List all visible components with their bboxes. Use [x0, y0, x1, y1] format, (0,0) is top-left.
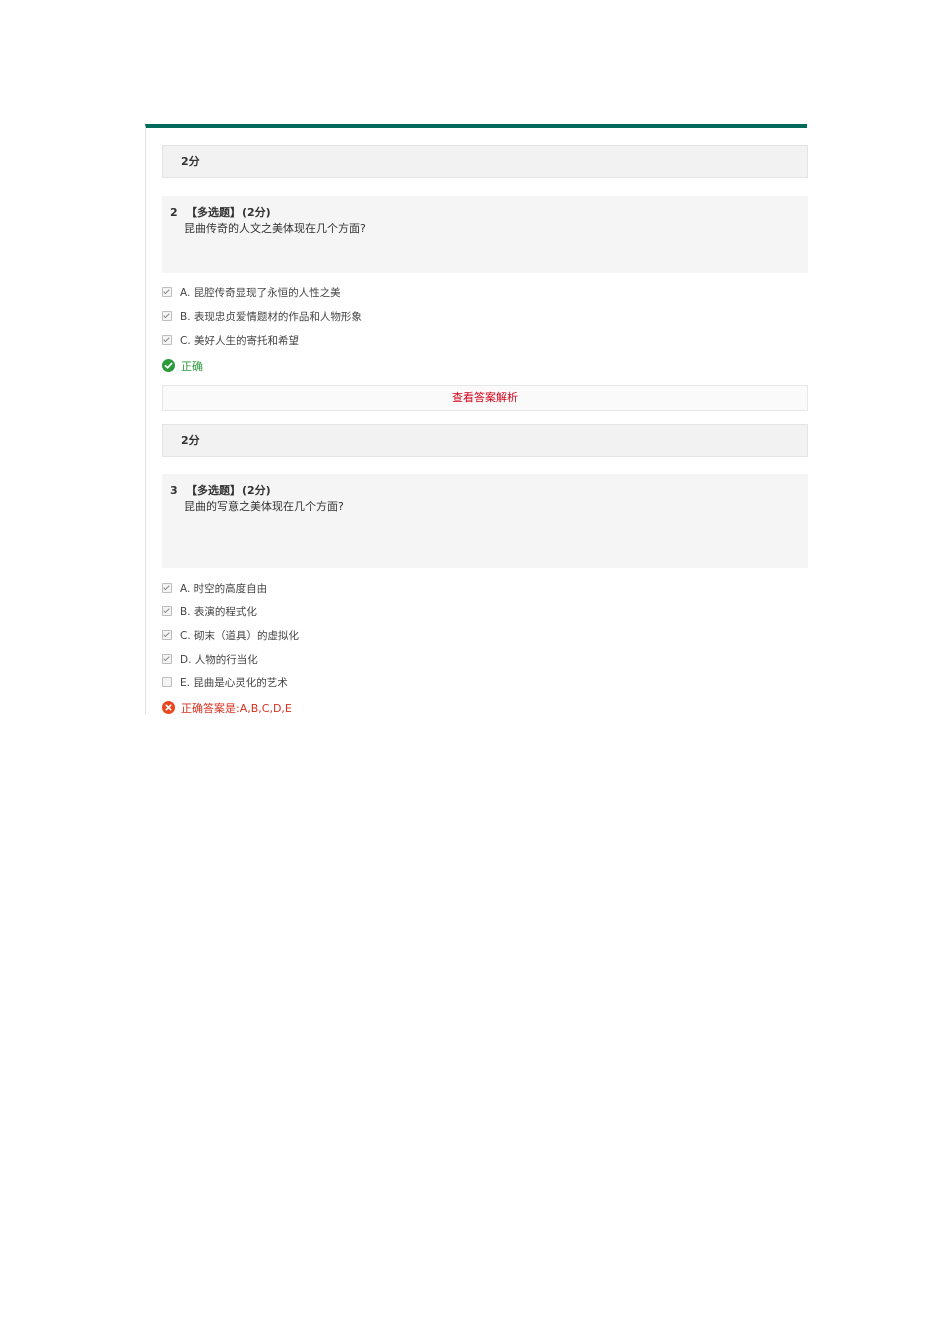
- checkbox-checked[interactable]: [162, 606, 172, 616]
- result-text: 正确答案是:A,B,C,D,E: [181, 702, 292, 715]
- option-item: B. 表演的程式化: [162, 605, 257, 619]
- view-analysis-button[interactable]: 查看答案解析: [162, 385, 808, 411]
- option-label: B. 表现忠贞爱情题材的作品和人物形象: [180, 311, 362, 323]
- question-header: 2 【多选题】(2分): [170, 205, 808, 221]
- question-card: 3 【多选题】(2分) 昆曲的写意之美体现在几个方面?: [162, 474, 808, 568]
- option-label: C. 美好人生的寄托和希望: [180, 335, 300, 347]
- option-label: D. 人物的行当化: [180, 654, 258, 666]
- checkbox-checked[interactable]: [162, 583, 172, 593]
- option-item: A. 时空的高度自由: [162, 582, 267, 596]
- checkbox-checked[interactable]: [162, 654, 172, 664]
- question-card: 2 【多选题】(2分) 昆曲传奇的人文之美体现在几个方面?: [162, 196, 808, 273]
- quiz-review-panel: 2分 2 【多选题】(2分) 昆曲传奇的人文之美体现在几个方面? A. 昆腔传奇显…: [145, 124, 808, 717]
- score-label: 2分: [181, 434, 200, 447]
- score-label: 2分: [181, 155, 200, 168]
- question-number: 2: [170, 206, 178, 219]
- checkbox-unchecked[interactable]: [162, 677, 172, 687]
- question-type: 【多选题】: [186, 484, 241, 497]
- result-row: 正确答案是:A,B,C,D,E: [162, 701, 292, 717]
- checkbox-checked[interactable]: [162, 287, 172, 297]
- check-circle-icon: [162, 359, 175, 372]
- x-circle-icon: [162, 701, 175, 714]
- result-text: 正确: [181, 360, 203, 373]
- option-label: A. 昆腔传奇显现了永恒的人性之美: [180, 287, 341, 299]
- question-points: (2分): [242, 206, 271, 219]
- option-item: D. 人物的行当化: [162, 653, 258, 667]
- checkbox-checked[interactable]: [162, 311, 172, 321]
- option-item: C. 美好人生的寄托和希望: [162, 334, 299, 348]
- option-label: A. 时空的高度自由: [180, 583, 268, 595]
- option-item: C. 砌末（道具）的虚拟化: [162, 629, 299, 643]
- question-text: 昆曲的写意之美体现在几个方面?: [184, 500, 344, 513]
- view-analysis-label: 查看答案解析: [452, 391, 518, 404]
- question-text: 昆曲传奇的人文之美体现在几个方面?: [184, 222, 366, 235]
- question-header: 3 【多选题】(2分): [170, 483, 808, 499]
- question-type: 【多选题】: [186, 206, 241, 219]
- option-label: B. 表演的程式化: [180, 606, 257, 618]
- question-number: 3: [170, 484, 178, 497]
- option-item: E. 昆曲是心灵化的艺术: [162, 676, 288, 690]
- option-item: B. 表现忠贞爱情题材的作品和人物形象: [162, 310, 362, 324]
- option-label: C. 砌末（道具）的虚拟化: [180, 630, 300, 642]
- checkbox-checked[interactable]: [162, 335, 172, 345]
- score-bar: 2分: [162, 424, 808, 457]
- result-row: 正确: [162, 359, 203, 375]
- question-points: (2分): [242, 484, 271, 497]
- option-label: E. 昆曲是心灵化的艺术: [180, 677, 288, 689]
- score-bar: 2分: [162, 145, 808, 178]
- checkbox-checked[interactable]: [162, 630, 172, 640]
- option-item: A. 昆腔传奇显现了永恒的人性之美: [162, 286, 341, 300]
